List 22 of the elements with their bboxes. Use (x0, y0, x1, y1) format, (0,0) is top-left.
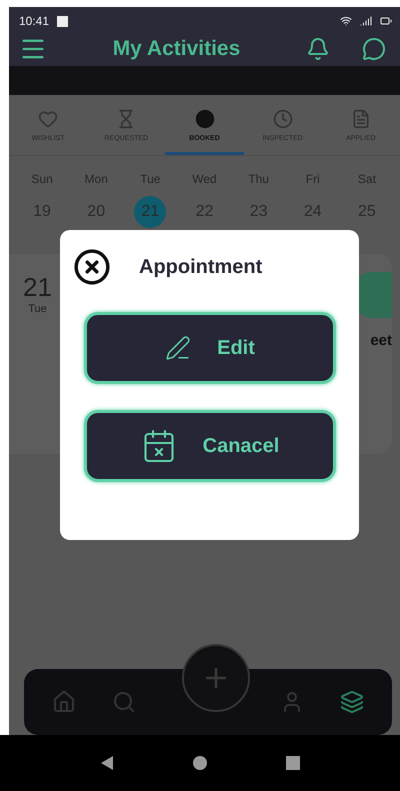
dialog-action-button[interactable]: Edit (84, 312, 336, 384)
document-icon (350, 109, 371, 129)
signal-icon (360, 15, 372, 27)
status-time: 10:41 (19, 14, 50, 28)
dialog-title: Appointment (139, 256, 262, 278)
card-date: 21 (23, 272, 52, 303)
calendar-date[interactable]: 21 (134, 196, 166, 228)
close-icon[interactable] (73, 248, 111, 286)
recents-icon[interactable] (286, 756, 300, 770)
card-weekday: Tue (28, 303, 47, 315)
card-text: eet (370, 332, 392, 349)
notification-icon (57, 16, 68, 26)
page-title: My Activities (112, 37, 242, 61)
dialog-action-button[interactable]: Canacel (84, 410, 336, 482)
heart-icon (38, 109, 58, 129)
home-circle-icon[interactable] (192, 756, 207, 770)
pencil-icon (165, 335, 192, 361)
bell-icon[interactable] (306, 37, 330, 61)
battery-icon (380, 15, 392, 27)
chat-icon[interactable] (362, 37, 386, 61)
clock-icon (272, 109, 293, 129)
back-icon[interactable] (100, 756, 114, 770)
